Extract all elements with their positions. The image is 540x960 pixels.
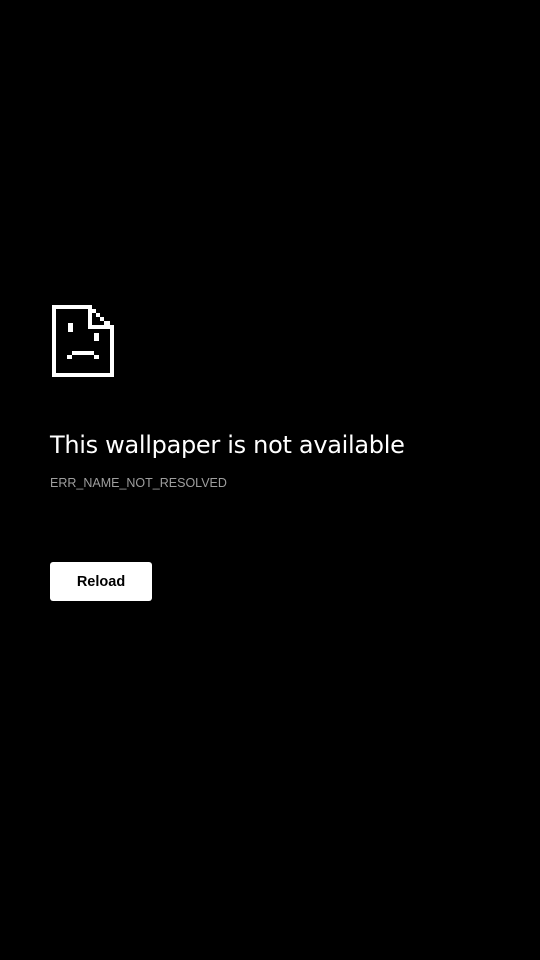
reload-button[interactable]: Reload [50, 562, 152, 601]
error-title: This wallpaper is not available [50, 431, 405, 459]
sad-page-icon [52, 305, 114, 377]
error-page: This wallpaper is not available ERR_NAME… [0, 0, 540, 960]
error-code: ERR_NAME_NOT_RESOLVED [50, 476, 227, 490]
